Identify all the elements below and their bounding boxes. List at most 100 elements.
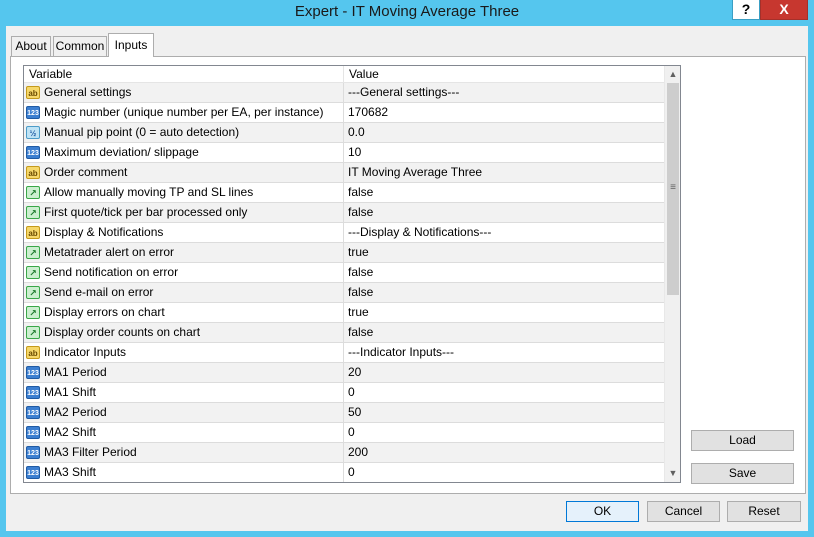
variable-cell[interactable]: ↗ Allow manually moving TP and SL lines xyxy=(24,183,344,202)
value-cell[interactable]: false xyxy=(344,323,664,342)
table-row[interactable]: 123 Magic number (unique number per EA, p… xyxy=(24,103,664,123)
load-button[interactable]: Load xyxy=(691,430,794,451)
tab-inputs[interactable]: Inputs xyxy=(108,33,154,57)
value-cell[interactable]: 20 xyxy=(344,363,664,382)
scroll-down-arrow-icon[interactable]: ▼ xyxy=(665,465,680,482)
tab-about[interactable]: About xyxy=(11,36,51,56)
variable-name: Send e-mail on error xyxy=(44,285,154,299)
variable-name: Display errors on chart xyxy=(44,305,165,319)
tab-common[interactable]: Common xyxy=(53,36,107,56)
table-row[interactable]: ab General settings ---General settings--- xyxy=(24,83,664,103)
boolean-type-icon: ↗ xyxy=(26,306,40,319)
string-type-icon: ab xyxy=(26,86,40,99)
table-row[interactable]: ↗ Display order counts on chart false xyxy=(24,323,664,343)
cancel-button[interactable]: Cancel xyxy=(647,501,720,522)
integer-type-icon: 123 xyxy=(26,406,40,419)
value-cell[interactable]: 0 xyxy=(344,383,664,402)
variable-name: Order comment xyxy=(44,165,128,179)
string-type-icon: ab xyxy=(26,346,40,359)
value-cell[interactable]: 10 xyxy=(344,143,664,162)
variable-name: Metatrader alert on error xyxy=(44,245,175,259)
table-row[interactable]: ab Indicator Inputs ---Indicator Inputs--- xyxy=(24,343,664,363)
variable-name: MA1 Shift xyxy=(44,385,97,399)
variable-cell[interactable]: ab General settings xyxy=(24,83,344,102)
table-row[interactable]: ↗ Send notification on error false xyxy=(24,263,664,283)
table-row[interactable]: ↗ Allow manually moving TP and SL lines fa… xyxy=(24,183,664,203)
value-cell[interactable]: ---Indicator Inputs--- xyxy=(344,343,664,362)
table-row[interactable]: 123 MA3 Shift 0 xyxy=(24,463,664,482)
value-cell[interactable]: false xyxy=(344,203,664,222)
value-cell[interactable]: true xyxy=(344,243,664,262)
table-row[interactable]: 123 MA1 Period 20 xyxy=(24,363,664,383)
variable-cell[interactable]: ↗ First quote/tick per bar processed only xyxy=(24,203,344,222)
table-row[interactable]: ↗ Display errors on chart true xyxy=(24,303,664,323)
help-button[interactable]: ? xyxy=(732,0,760,20)
scroll-up-arrow-icon[interactable]: ▲ xyxy=(665,66,680,83)
table-row[interactable]: ab Order comment IT Moving Average Three xyxy=(24,163,664,183)
variable-cell[interactable]: ½ Manual pip point (0 = auto detection) xyxy=(24,123,344,142)
variable-cell[interactable]: 123 MA1 Shift xyxy=(24,383,344,402)
variable-cell[interactable]: ab Display & Notifications xyxy=(24,223,344,242)
double-type-icon: ½ xyxy=(26,126,40,139)
variable-name: Allow manually moving TP and SL lines xyxy=(44,185,254,199)
integer-type-icon: 123 xyxy=(26,446,40,459)
value-cell[interactable]: false xyxy=(344,263,664,282)
table-row[interactable]: 123 MA1 Shift 0 xyxy=(24,383,664,403)
value-cell[interactable]: ---Display & Notifications--- xyxy=(344,223,664,242)
integer-type-icon: 123 xyxy=(26,146,40,159)
integer-type-icon: 123 xyxy=(26,386,40,399)
variable-cell[interactable]: 123 MA2 Period xyxy=(24,403,344,422)
close-button[interactable]: X xyxy=(760,0,808,20)
value-cell[interactable]: false xyxy=(344,283,664,302)
variable-cell[interactable]: ↗ Metatrader alert on error xyxy=(24,243,344,262)
variable-cell[interactable]: 123 Maximum deviation/ slippage xyxy=(24,143,344,162)
variable-cell[interactable]: 123 Magic number (unique number per EA, p… xyxy=(24,103,344,122)
string-type-icon: ab xyxy=(26,166,40,179)
value-cell[interactable]: 200 xyxy=(344,443,664,462)
value-cell[interactable]: true xyxy=(344,303,664,322)
reset-button[interactable]: Reset xyxy=(727,501,801,522)
value-cell[interactable]: 50 xyxy=(344,403,664,422)
variable-cell[interactable]: ↗ Send notification on error xyxy=(24,263,344,282)
vertical-scrollbar[interactable]: ▲ ≡ ▼ xyxy=(664,66,680,482)
value-cell[interactable]: 0 xyxy=(344,463,664,482)
table-row[interactable]: 123 MA2 Shift 0 xyxy=(24,423,664,443)
variable-name: General settings xyxy=(44,85,132,99)
variable-name: First quote/tick per bar processed only xyxy=(44,205,248,219)
variable-cell[interactable]: 123 MA3 Filter Period xyxy=(24,443,344,462)
value-cell[interactable]: IT Moving Average Three xyxy=(344,163,664,182)
column-header-variable[interactable]: Variable xyxy=(24,66,344,83)
variable-cell[interactable]: ab Order comment xyxy=(24,163,344,182)
variable-cell[interactable]: 123 MA2 Shift xyxy=(24,423,344,442)
title-bar[interactable]: Expert - IT Moving Average Three ? X xyxy=(0,0,814,26)
table-row[interactable]: ½ Manual pip point (0 = auto detection) 0.… xyxy=(24,123,664,143)
value-cell[interactable]: 0 xyxy=(344,423,664,442)
value-cell[interactable]: false xyxy=(344,183,664,202)
ok-button[interactable]: OK xyxy=(566,501,639,522)
table-row[interactable]: ↗ Metatrader alert on error true xyxy=(24,243,664,263)
window-title: Expert - IT Moving Average Three xyxy=(294,3,520,20)
variable-name: MA2 Period xyxy=(44,405,107,419)
table-row[interactable]: 123 Maximum deviation/ slippage 10 xyxy=(24,143,664,163)
column-header-value[interactable]: Value xyxy=(344,66,664,83)
save-button[interactable]: Save xyxy=(691,463,794,484)
boolean-type-icon: ↗ xyxy=(26,206,40,219)
variable-cell[interactable]: 123 MA1 Period xyxy=(24,363,344,382)
variable-cell[interactable]: ab Indicator Inputs xyxy=(24,343,344,362)
value-cell[interactable]: ---General settings--- xyxy=(344,83,664,102)
table-row[interactable]: ab Display & Notifications ---Display & No… xyxy=(24,223,664,243)
boolean-type-icon: ↗ xyxy=(26,326,40,339)
value-cell[interactable]: 0.0 xyxy=(344,123,664,142)
value-cell[interactable]: 170682 xyxy=(344,103,664,122)
string-type-icon: ab xyxy=(26,226,40,239)
variable-cell[interactable]: ↗ Display errors on chart xyxy=(24,303,344,322)
scrollbar-thumb[interactable]: ≡ xyxy=(667,83,679,295)
table-row[interactable]: ↗ Send e-mail on error false xyxy=(24,283,664,303)
table-row[interactable]: 123 MA3 Filter Period 200 xyxy=(24,443,664,463)
variable-cell[interactable]: 123 MA3 Shift xyxy=(24,463,344,482)
integer-type-icon: 123 xyxy=(26,106,40,119)
table-row[interactable]: ↗ First quote/tick per bar processed only… xyxy=(24,203,664,223)
table-row[interactable]: 123 MA2 Period 50 xyxy=(24,403,664,423)
variable-cell[interactable]: ↗ Send e-mail on error xyxy=(24,283,344,302)
variable-cell[interactable]: ↗ Display order counts on chart xyxy=(24,323,344,342)
